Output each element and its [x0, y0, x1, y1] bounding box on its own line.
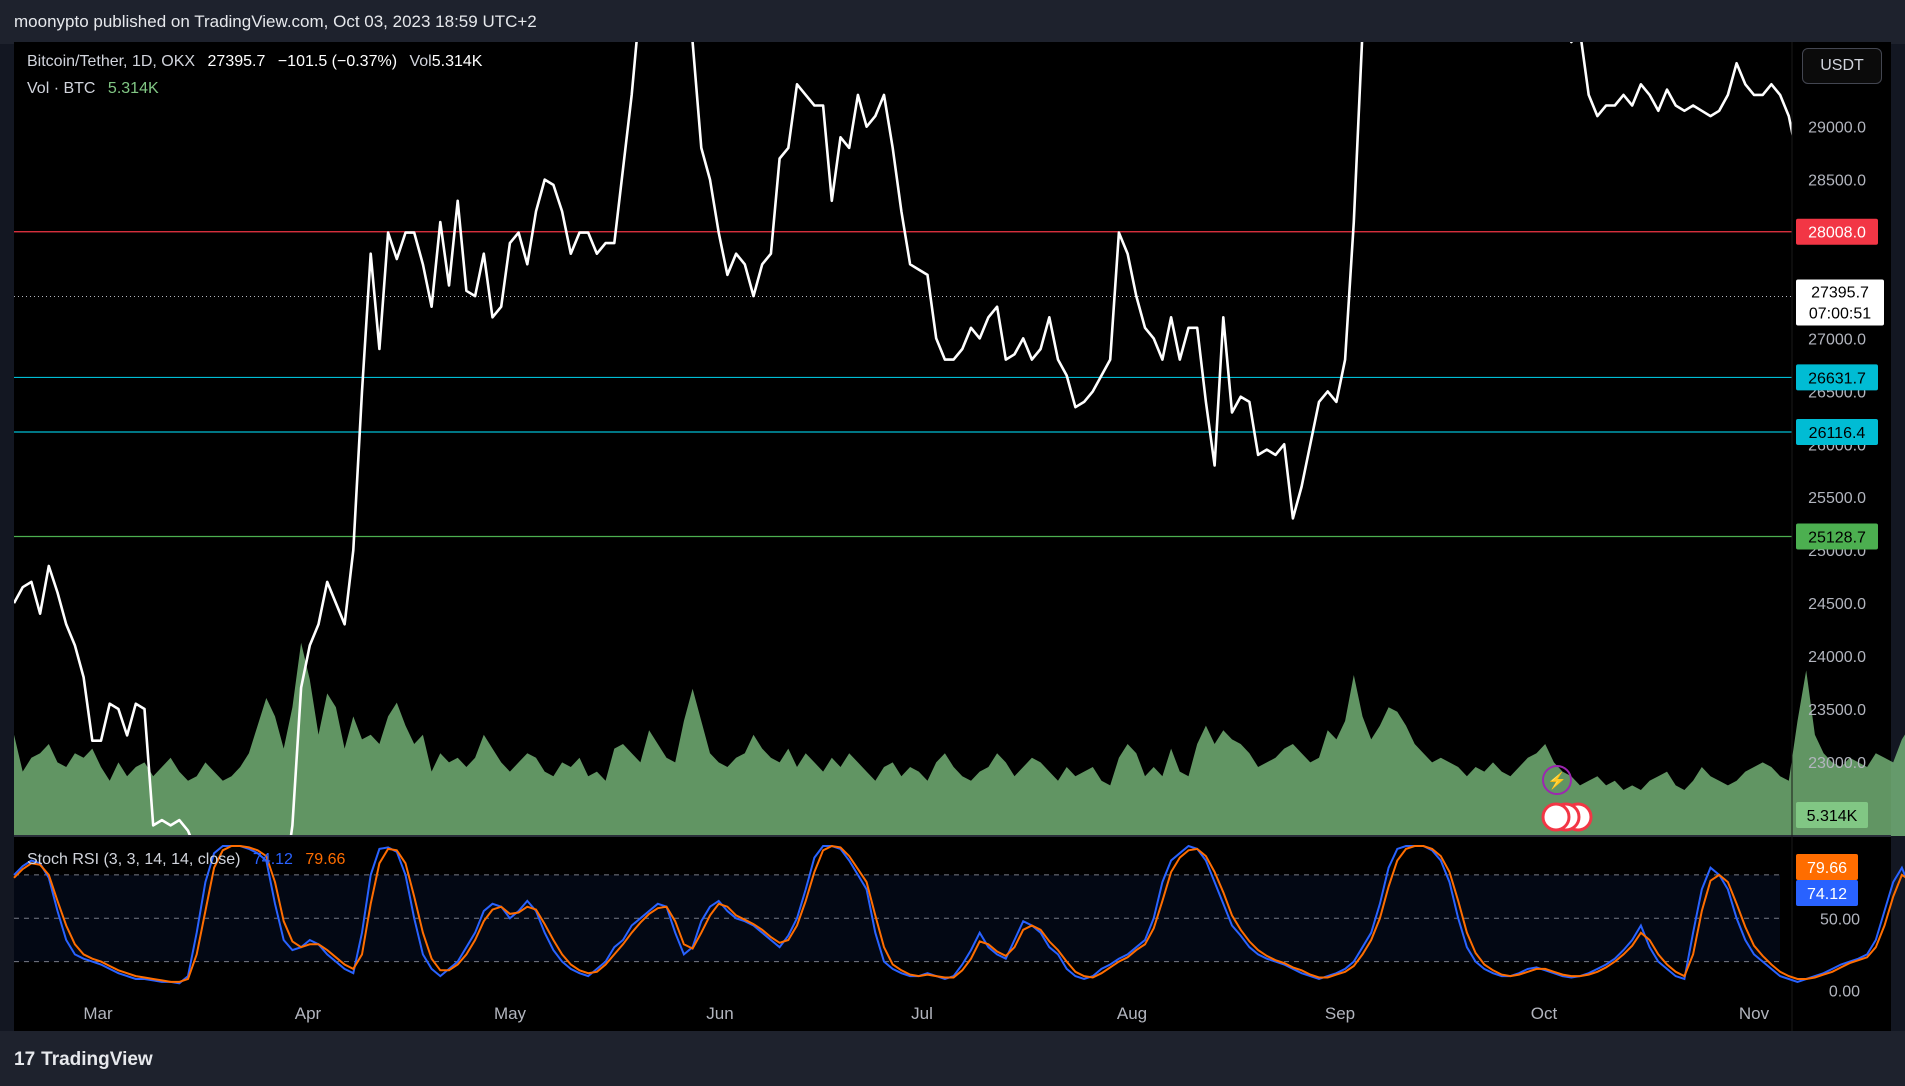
volume-legend-label[interactable]: Vol · BTC	[27, 80, 95, 97]
x-axis-label-may: May	[494, 1004, 527, 1023]
x-axis-label-sep: Sep	[1325, 1004, 1355, 1023]
y-tick-label-2: 28500.0	[1808, 173, 1866, 190]
stoch-legend-k: 74.12	[252, 851, 293, 868]
y-tick-label-13: 23000.0	[1808, 755, 1866, 772]
us-flag-event-icon-3	[1541, 802, 1571, 832]
stoch-legend: Stoch RSI (3, 3, 14, 14, close) 74.12 79…	[27, 851, 353, 869]
tradingview-logo-text: TradingView	[41, 1049, 153, 1070]
current-price-text: 27395.7	[1811, 285, 1869, 302]
y-tick-label-1: 29000.0	[1808, 120, 1866, 137]
currency-button[interactable]: USDT	[1802, 48, 1882, 84]
y-tick-label-12: 23500.0	[1808, 702, 1866, 719]
stoch-d-badge-text: 79.66	[1807, 860, 1847, 877]
legend-vol-value: 5.314K	[431, 53, 483, 70]
level-badge-text-4: 25128.7	[1808, 530, 1866, 547]
legend-vol-label: Vol	[409, 53, 432, 70]
x-axis-label-mar: Mar	[83, 1004, 113, 1023]
x-axis-label-apr: Apr	[295, 1004, 322, 1023]
tradingview-logo-mark: 17	[14, 1049, 36, 1070]
legend-symbol[interactable]: Bitcoin/Tether, 1D, OKX	[27, 53, 195, 70]
chart-canvas[interactable]: 29000.028500.028000.027500.027000.026500…	[0, 0, 1905, 1086]
x-axis-label-aug: Aug	[1117, 1004, 1147, 1023]
stoch-y-tick-1: 50.00	[1820, 911, 1860, 928]
tradingview-logo[interactable]: 17 TradingView	[14, 1049, 153, 1071]
y-tick-label-11: 24000.0	[1808, 649, 1866, 666]
legend-change: −101.5 (−0.37%)	[277, 53, 398, 70]
volume-legend: Vol · BTC 5.314K	[27, 80, 167, 98]
x-axis-label-nov: Nov	[1739, 1004, 1770, 1023]
stoch-legend-label[interactable]: Stoch RSI (3, 3, 14, 14, close)	[27, 851, 240, 868]
volume-legend-value: 5.314K	[107, 80, 159, 97]
main-legend: Bitcoin/Tether, 1D, OKX 27395.7 −101.5 (…	[27, 53, 490, 71]
level-badge-text-1: 28008.0	[1808, 225, 1866, 242]
legend-price: 27395.7	[207, 53, 266, 70]
lightning-glyph-icon: ⚡	[1547, 771, 1567, 790]
x-axis-label-jul: Jul	[911, 1004, 933, 1023]
stoch-k-badge-text: 74.12	[1807, 886, 1847, 903]
level-badge-text-3: 26116.4	[1809, 425, 1866, 442]
y-tick-label-8: 25500.0	[1808, 490, 1866, 507]
x-axis-label-oct: Oct	[1531, 1004, 1558, 1023]
level-badge-text-2: 26631.7	[1808, 370, 1866, 387]
stoch-legend-d: 79.66	[305, 851, 346, 868]
volume-badge-text: 5.314K	[1807, 808, 1858, 825]
stoch-y-tick-2: 0.00	[1829, 984, 1860, 1001]
y-tick-label-5: 27000.0	[1808, 331, 1866, 348]
footer-bar	[0, 1031, 1905, 1086]
countdown-text: 07:00:51	[1809, 306, 1871, 323]
y-tick-label-10: 24500.0	[1808, 596, 1866, 613]
x-axis-label-jun: Jun	[706, 1004, 733, 1023]
